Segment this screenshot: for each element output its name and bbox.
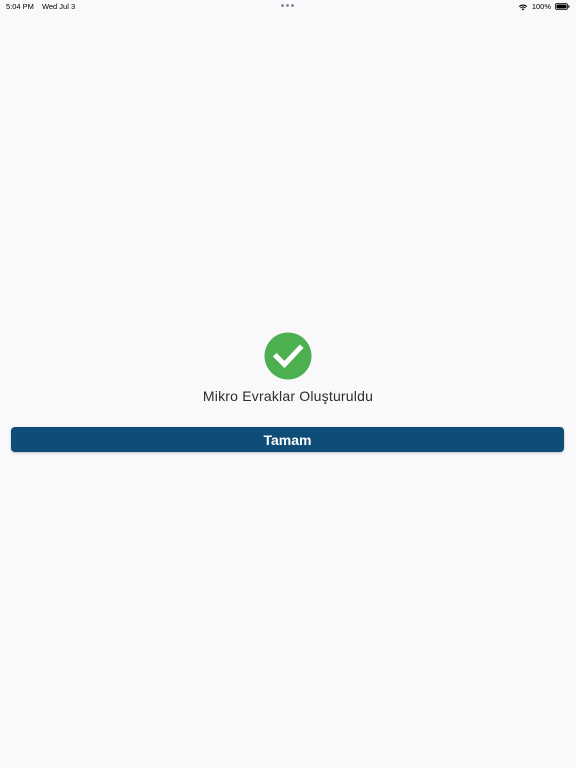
status-left: 5:04 PM Wed Jul 3 [6, 2, 75, 11]
status-date: Wed Jul 3 [41, 2, 76, 11]
battery-percent: 100% [531, 2, 551, 11]
battery-icon [555, 3, 570, 10]
success-message: Mikro Evraklar Oluşturuldu [202, 388, 374, 404]
multitasking-dots[interactable] [281, 4, 294, 7]
status-time: 5:04 PM [6, 2, 34, 11]
dot [281, 4, 284, 7]
dot [286, 4, 289, 7]
status-bar: 5:04 PM Wed Jul 3 100% [0, 0, 576, 12]
check-circle-icon [264, 332, 312, 380]
status-right: 100% [518, 2, 570, 11]
wifi-icon [518, 3, 528, 11]
ok-button[interactable]: Tamam [11, 427, 564, 452]
dot [291, 4, 294, 7]
